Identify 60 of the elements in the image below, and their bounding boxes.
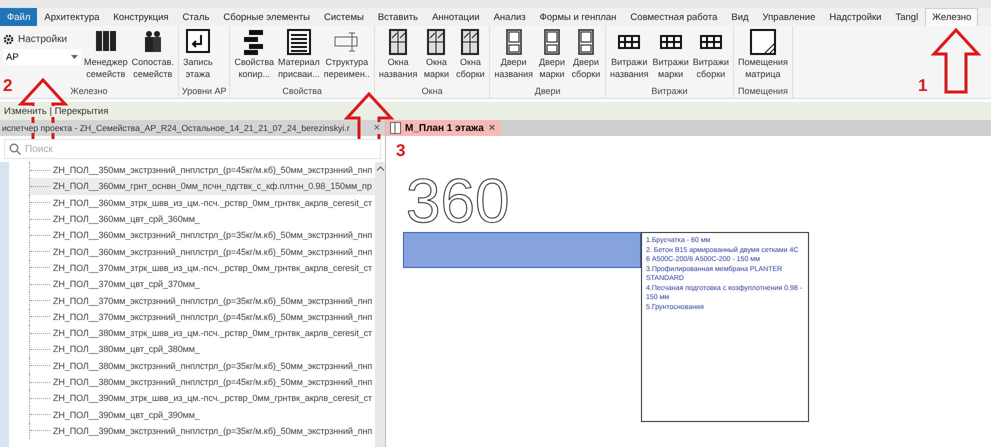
- outlined-number: 360: [406, 172, 510, 232]
- close-button[interactable]: ×: [372, 122, 381, 134]
- dropdown[interactable]: АР: [3, 49, 81, 65]
- ribbon-button[interactable]: Витражи названия: [608, 28, 650, 84]
- ribbon-button[interactable]: Материал присваи...: [277, 28, 321, 84]
- ribbon-tab[interactable]: Анализ: [486, 8, 533, 26]
- callout-number: 2: [3, 76, 12, 96]
- ribbon-button[interactable]: Витражи сборки: [692, 28, 730, 84]
- ribbon-button[interactable]: Окна марки: [420, 28, 452, 84]
- search-icon: [9, 143, 21, 155]
- group-title: Железно: [70, 85, 108, 98]
- dropdown-value: АР: [6, 52, 19, 62]
- ribbon-tab[interactable]: Совместная работа: [623, 8, 724, 26]
- document-icon: [390, 122, 401, 134]
- ribbon-button[interactable]: Двери сборки: [570, 28, 602, 84]
- ribbon-tab[interactable]: Сборные элементы: [216, 8, 317, 26]
- ribbon-tab[interactable]: Tangl: [888, 8, 926, 26]
- view-tab-label: М_План 1 этажа: [405, 122, 484, 134]
- tree-item[interactable]: ZH_ПОЛ__360мм_грнт_оснвн_0мм_псчн_пдгтвк_с_кф.плтнн_0.98_150мм_пр: [29, 178, 375, 195]
- ribbon-tab[interactable]: Конструкция: [106, 8, 176, 26]
- callout-number: 1: [918, 76, 928, 96]
- callout-arrow-icon: [932, 28, 980, 94]
- ribbon-button[interactable]: Помещения матрица: [736, 28, 789, 84]
- ribbon-tab[interactable]: Вид: [724, 8, 756, 26]
- group-title: Двери: [534, 85, 561, 98]
- ribbon-button[interactable]: Структура переимен..: [322, 28, 371, 84]
- ribbon-tab[interactable]: Железно: [925, 8, 978, 26]
- callout-number: 3: [396, 141, 406, 161]
- group-title: Уровни АР: [182, 85, 226, 98]
- ribbon-tab[interactable]: Системы: [317, 8, 371, 26]
- ribbon-button[interactable]: Окна сборки: [454, 28, 486, 84]
- group-title: Витражи: [651, 85, 688, 98]
- ribbon-tab[interactable]: Управление: [756, 8, 822, 26]
- ribbon-tab[interactable]: Файл: [0, 8, 38, 26]
- settings-icon: [3, 34, 14, 45]
- ribbon-tab[interactable]: Вставить: [370, 8, 426, 26]
- search-field[interactable]: Поиск: [4, 139, 381, 159]
- caret-icon: [71, 55, 78, 59]
- settings-button[interactable]: Настройки: [3, 34, 81, 45]
- group-title: Окна: [422, 85, 443, 98]
- ribbon-button[interactable]: Запись этажа: [182, 28, 214, 84]
- ribbon-button[interactable]: Витражи марки: [652, 28, 690, 84]
- ribbon-tab[interactable]: Формы и генплан: [532, 8, 624, 26]
- ribbon-tab[interactable]: Архитектура: [37, 8, 106, 26]
- ribbon-tab[interactable]: Сталь: [176, 8, 216, 26]
- scroll-up-icon[interactable]: [376, 166, 384, 171]
- context-bar-label: Изменить | Перекрытия: [4, 106, 108, 116]
- ribbon-button[interactable]: Менеджер семейств: [83, 28, 129, 84]
- ribbon-button[interactable]: Окна названия: [378, 28, 418, 84]
- group-title: Помещения: [738, 85, 788, 98]
- ribbon-button[interactable]: Свойства копир...: [233, 28, 276, 84]
- group-title: Свойства: [282, 85, 322, 98]
- ribbon-button[interactable]: Двери названия: [493, 28, 534, 84]
- ribbon-button[interactable]: Двери марки: [536, 28, 568, 84]
- ribbon-tab[interactable]: Аннотации: [425, 8, 487, 26]
- ribbon-tab[interactable]: Надстройки: [822, 8, 888, 26]
- settings-label: Настройки: [18, 34, 68, 45]
- view-tab[interactable]: М_План 1 этажа ×: [386, 120, 500, 136]
- ribbon-button[interactable]: Сопостав. семейств: [130, 28, 175, 84]
- panel-title: испетчер проекта - ZH_Семейства_AP_R24_Остальное_14_21_21_07_24_berezinskyi.r: [2, 123, 350, 133]
